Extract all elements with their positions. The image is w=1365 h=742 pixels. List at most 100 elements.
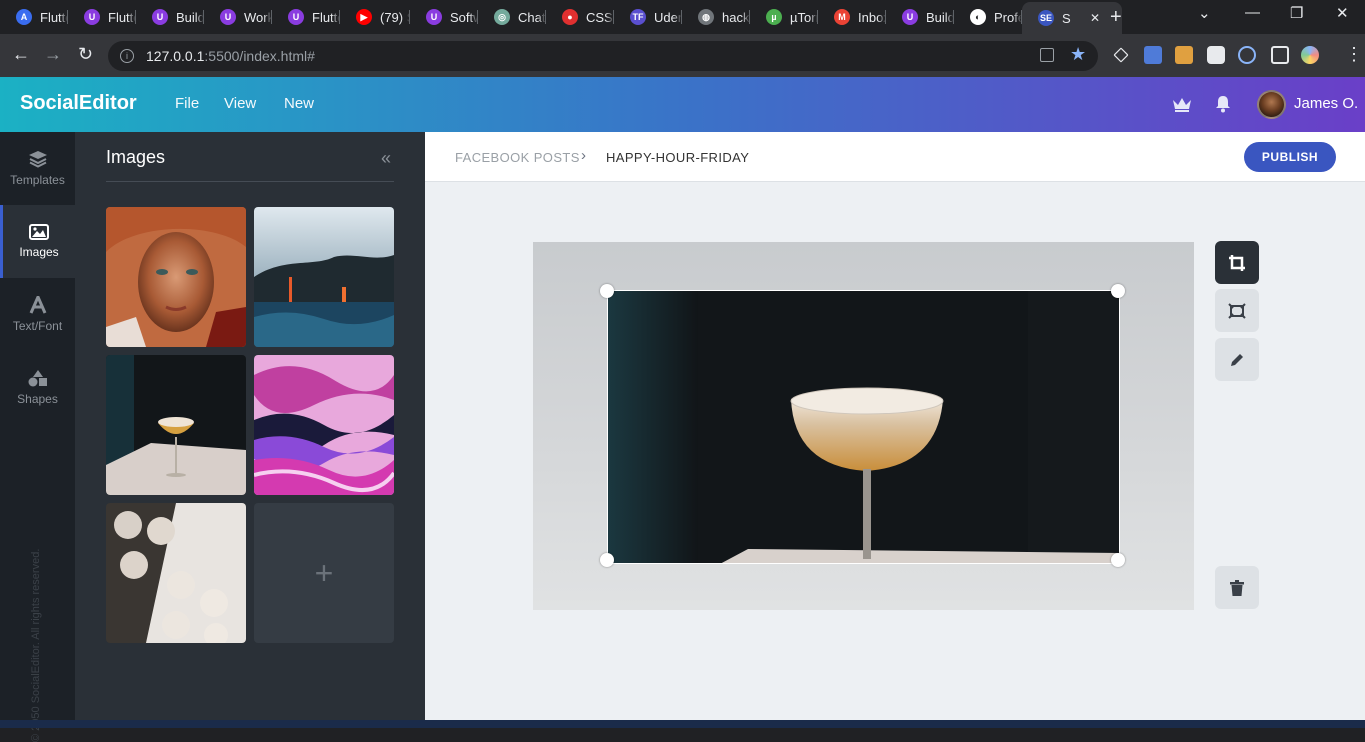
- restore-icon[interactable]: ❐: [1290, 4, 1303, 22]
- images-panel: Images « +: [75, 132, 425, 720]
- browser-menu-icon[interactable]: ⋮: [1345, 44, 1363, 65]
- tab-favicon-icon: ◎: [494, 9, 510, 25]
- image-icon: [29, 224, 49, 240]
- browser-tab[interactable]: A Flutte: [0, 4, 68, 30]
- tab-favicon-icon: ◐: [970, 9, 986, 25]
- tab-favicon-icon: U: [220, 9, 236, 25]
- tab-title: Work: [244, 9, 272, 25]
- crop-tool-button[interactable]: [1215, 241, 1259, 284]
- browser-tab[interactable]: ◎ ChatG: [478, 4, 546, 30]
- site-info-icon[interactable]: i: [120, 49, 134, 63]
- avatar[interactable]: [1257, 90, 1286, 119]
- collapse-panel-icon[interactable]: «: [381, 148, 391, 169]
- tab-favicon-icon: U: [288, 9, 304, 25]
- image-thumb-cocktail[interactable]: [106, 355, 246, 495]
- rail-item-text-font[interactable]: Text/Font: [0, 278, 75, 351]
- browser-toolbar: ← → ↻ i 127.0.0.1:5500/index.html# ★ ⋮: [0, 34, 1365, 77]
- browser-tab[interactable]: M Inbox: [818, 4, 886, 30]
- resize-tool-button[interactable]: [1215, 289, 1259, 332]
- image-thumb-lava-ocean[interactable]: [254, 207, 394, 347]
- breadcrumb-parent[interactable]: FACEBOOK POSTS: [455, 150, 580, 165]
- close-window-icon[interactable]: ✕: [1336, 4, 1349, 22]
- rail-item-shapes[interactable]: Shapes: [0, 351, 75, 424]
- breadcrumb: FACEBOOK POSTS › HAPPY-HOUR-FRIDAY PUBLI…: [425, 132, 1365, 182]
- edit-tool-button[interactable]: [1215, 338, 1259, 381]
- crown-icon[interactable]: [1172, 96, 1192, 112]
- menu-new[interactable]: New: [284, 95, 314, 112]
- browser-tab[interactable]: U Build: [886, 4, 954, 30]
- user-name[interactable]: James O.: [1294, 95, 1358, 112]
- tab-favicon-icon: U: [152, 9, 168, 25]
- screen-extension-icon[interactable]: [1144, 46, 1162, 64]
- delete-tool-button[interactable]: [1215, 566, 1259, 609]
- browser-tab[interactable]: U Flutte: [68, 4, 136, 30]
- browser-tab[interactable]: ◐ Profe: [954, 4, 1022, 30]
- image-stage[interactable]: [533, 242, 1194, 610]
- download-icon[interactable]: [1238, 46, 1256, 64]
- rail-label: Text/Font: [12, 319, 63, 333]
- tab-favicon-icon: ▶: [356, 9, 372, 25]
- publish-button[interactable]: PUBLISH: [1244, 142, 1336, 172]
- new-tab-button[interactable]: +: [1110, 6, 1122, 29]
- edit-icon: [1231, 353, 1243, 366]
- forward-icon[interactable]: →: [44, 44, 62, 65]
- tab-title: (79) S: [380, 9, 410, 25]
- tab-favicon-icon: ◍: [698, 9, 714, 25]
- browser-tab[interactable]: ▶ (79) S: [340, 4, 410, 30]
- browser-tab[interactable]: ● CSS D: [546, 4, 614, 30]
- crop-handle-top-right[interactable]: [1111, 284, 1125, 298]
- tab-title: S: [1062, 10, 1071, 26]
- bookmark-star-icon[interactable]: ★: [1070, 44, 1086, 65]
- tab-favicon-icon: TF: [630, 9, 646, 25]
- browser-tab[interactable]: TF Uden: [614, 4, 682, 30]
- chevron-right-icon: ›: [581, 147, 586, 164]
- tab-favicon-icon: U: [84, 9, 100, 25]
- copyright-text: © 2050 SocialEditor. All rights reserved…: [30, 548, 42, 742]
- trash-icon: [1230, 579, 1244, 596]
- browser-tab[interactable]: U Softw: [410, 4, 478, 30]
- browser-tab[interactable]: U Work: [204, 4, 272, 30]
- side-panel-icon[interactable]: [1271, 46, 1289, 64]
- eyedropper-extension-icon[interactable]: [1113, 47, 1129, 63]
- close-tab-icon[interactable]: ✕: [1090, 11, 1100, 25]
- browser-tab[interactable]: µ µTorr: [750, 4, 818, 30]
- crop-handle-top-left[interactable]: [600, 284, 614, 298]
- tab-title: ChatG: [518, 9, 546, 25]
- menu-view[interactable]: View: [224, 95, 256, 112]
- share-icon[interactable]: [1040, 48, 1054, 62]
- image-thumb-pink-waves[interactable]: [254, 355, 394, 495]
- puzzle-extensions-icon[interactable]: [1207, 46, 1225, 64]
- image-thumb-portrait[interactable]: [106, 207, 246, 347]
- minimize-icon[interactable]: —: [1245, 4, 1260, 21]
- url-text: 127.0.0.1:5500/index.html#: [146, 48, 315, 64]
- crop-selection[interactable]: [607, 290, 1120, 564]
- reload-icon[interactable]: ↻: [78, 44, 93, 65]
- canvas-area: FACEBOOK POSTS › HAPPY-HOUR-FRIDAY PUBLI…: [425, 132, 1365, 720]
- rail-item-templates[interactable]: Templates: [0, 132, 75, 205]
- back-icon[interactable]: ←: [12, 44, 30, 65]
- tab-title: Flutte: [312, 9, 340, 25]
- bell-icon[interactable]: [1215, 95, 1231, 113]
- browser-tab[interactable]: U Flutte: [272, 4, 340, 30]
- address-bar[interactable]: i 127.0.0.1:5500/index.html# ★: [108, 41, 1098, 71]
- image-thumb-meringues[interactable]: [106, 503, 246, 643]
- menu-file[interactable]: File: [175, 95, 199, 112]
- tab-title: µTorr: [790, 9, 818, 25]
- tab-title: Uden: [654, 9, 682, 25]
- text-icon: [29, 296, 46, 314]
- browser-tab[interactable]: U Build: [136, 4, 204, 30]
- tab-search-icon[interactable]: ⌄: [1198, 4, 1211, 22]
- tab-favicon-icon: ●: [562, 9, 578, 25]
- lh-extension-icon[interactable]: [1175, 46, 1193, 64]
- brand-logo[interactable]: SocialEditor: [20, 92, 137, 115]
- browser-tab[interactable]: ◍ hacks: [682, 4, 750, 30]
- profile-icon[interactable]: [1301, 46, 1319, 64]
- tab-favicon-icon: A: [16, 9, 32, 25]
- rail-item-images[interactable]: Images: [0, 205, 75, 278]
- crop-handle-bottom-left[interactable]: [600, 553, 614, 567]
- os-taskbar: [0, 720, 1365, 728]
- tab-title: Flutte: [108, 9, 136, 25]
- crop-handle-bottom-right[interactable]: [1111, 553, 1125, 567]
- browser-tab[interactable]: SE S ✕: [1022, 2, 1122, 34]
- add-image-button[interactable]: +: [254, 503, 394, 643]
